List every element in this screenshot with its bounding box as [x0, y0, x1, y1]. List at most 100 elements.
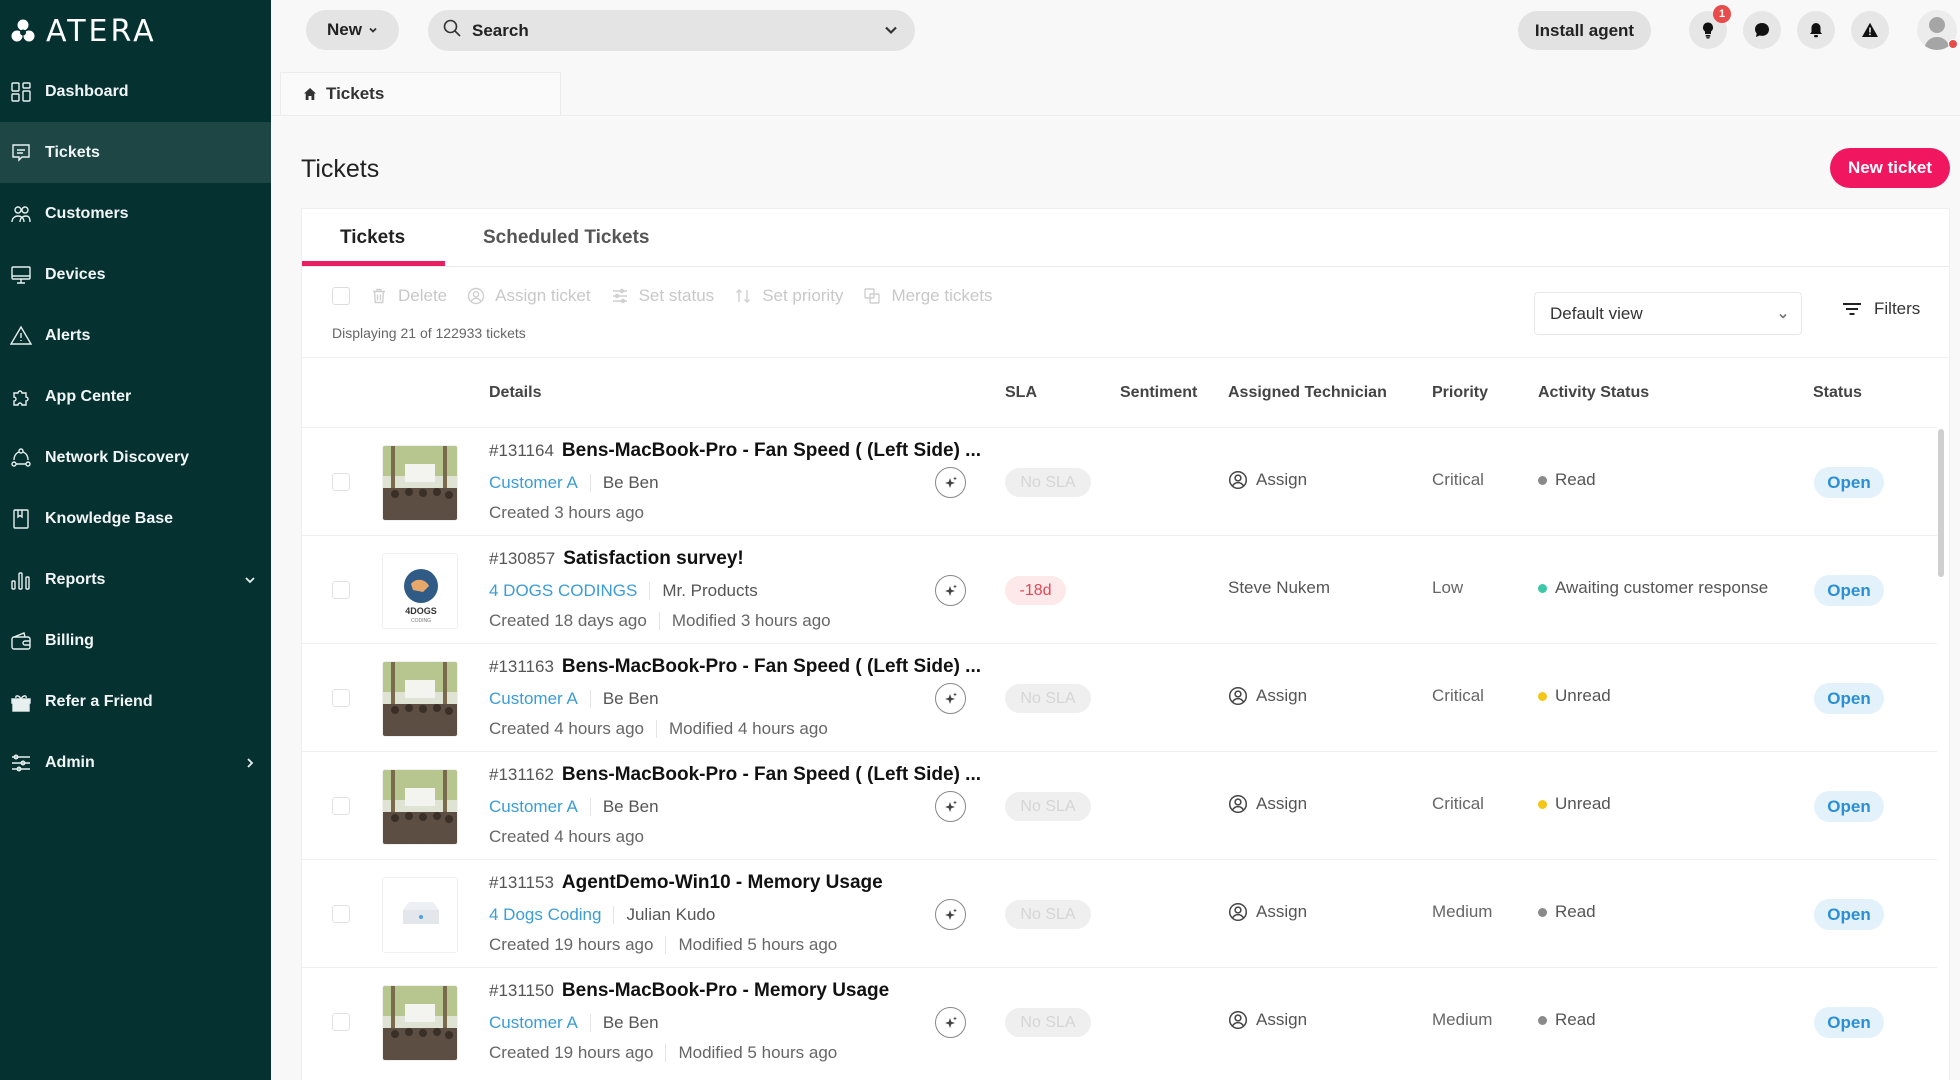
- row-checkbox[interactable]: [332, 1013, 350, 1031]
- table-row[interactable]: #131153 AgentDemo-Win10 - Memory Usage 4 D…: [302, 859, 1937, 967]
- row-checkbox[interactable]: [332, 473, 350, 491]
- sidebar-item-devices[interactable]: Devices: [0, 244, 271, 305]
- sla-badge: No SLA: [1005, 1008, 1091, 1037]
- col-status[interactable]: Status: [1813, 358, 1862, 428]
- table-row[interactable]: #131162 Bens-MacBook-Pro - Fan Speed ( (L…: [302, 751, 1937, 859]
- ai-summary-button[interactable]: [935, 575, 966, 606]
- ai-summary-button[interactable]: [935, 1007, 966, 1038]
- alert-triangle-icon: [1862, 22, 1878, 37]
- col-details[interactable]: Details: [489, 358, 541, 428]
- tab-tickets[interactable]: Tickets: [340, 209, 405, 267]
- merge-tickets-button[interactable]: Merge tickets: [863, 286, 993, 306]
- notifications-button[interactable]: [1797, 11, 1835, 49]
- activity-dot: [1538, 907, 1547, 917]
- sidebar-item-billing[interactable]: Billing: [0, 610, 271, 671]
- status-badge[interactable]: Open: [1814, 683, 1884, 714]
- table-row[interactable]: 4DOGS CODING #130857 Satisfaction survey! 4 …: [302, 535, 1937, 643]
- atera-logo[interactable]: ATERA: [10, 14, 157, 49]
- assign-technician-button[interactable]: Assign: [1228, 1010, 1307, 1030]
- row-checkbox[interactable]: [332, 797, 350, 815]
- sidebar-item-network-discovery[interactable]: Network Discovery: [0, 427, 271, 488]
- sla-badge: No SLA: [1005, 900, 1091, 929]
- tips-button[interactable]: 1: [1689, 5, 1731, 49]
- delete-button[interactable]: Delete: [370, 286, 447, 306]
- ticket-title[interactable]: Bens-MacBook-Pro - Fan Speed ( (Left Sid…: [562, 764, 981, 785]
- customer-link[interactable]: Customer A: [489, 797, 578, 817]
- bulk-actions-toolbar: Delete Assign ticket Set status Set prio…: [332, 284, 1013, 308]
- table-row[interactable]: #131150 Bens-MacBook-Pro - Memory Usage Cu…: [302, 967, 1937, 1075]
- row-checkbox[interactable]: [332, 689, 350, 707]
- set-priority-button[interactable]: Set priority: [734, 286, 843, 306]
- customer-link[interactable]: Customer A: [489, 1013, 578, 1033]
- assign-technician-button[interactable]: Assign: [1228, 902, 1307, 922]
- ticket-title[interactable]: Bens-MacBook-Pro - Fan Speed ( (Left Sid…: [562, 656, 981, 677]
- sidebar-item-dashboard[interactable]: Dashboard: [0, 61, 271, 122]
- table-row[interactable]: #131164 Bens-MacBook-Pro - Fan Speed ( (L…: [302, 427, 1937, 535]
- new-button[interactable]: New: [306, 10, 399, 50]
- customer-link[interactable]: 4 Dogs Coding: [489, 905, 601, 925]
- chevron-down-icon[interactable]: [243, 573, 257, 587]
- table-scrollbar[interactable]: [1938, 429, 1944, 577]
- assign-technician-button[interactable]: Assign: [1228, 470, 1307, 490]
- contact-name: Be Ben: [602, 473, 659, 492]
- sidebar-item-alerts[interactable]: Alerts: [0, 305, 271, 366]
- network-icon: [10, 447, 32, 469]
- ticket-title[interactable]: Satisfaction survey!: [563, 548, 744, 569]
- install-agent-button[interactable]: Install agent: [1518, 11, 1651, 50]
- col-sentiment[interactable]: Sentiment: [1120, 358, 1197, 428]
- tab-scheduled-tickets[interactable]: Scheduled Tickets: [483, 209, 650, 267]
- chat-button[interactable]: [1743, 11, 1781, 49]
- status-badge[interactable]: Open: [1814, 1007, 1884, 1038]
- assign-ticket-button[interactable]: Assign ticket: [467, 286, 591, 306]
- modified-time: Modified 4 hours ago: [669, 719, 828, 738]
- technician-label: Assign: [1256, 794, 1308, 813]
- logo-mark-icon: [11, 19, 35, 42]
- ai-summary-button[interactable]: [935, 791, 966, 822]
- puzzle-icon: [10, 386, 32, 408]
- status-badge[interactable]: Open: [1814, 899, 1884, 930]
- col-activity-status[interactable]: Activity Status: [1538, 358, 1649, 428]
- assign-technician-button[interactable]: Assign: [1228, 794, 1307, 814]
- sidebar-item-knowledge-base[interactable]: Knowledge Base: [0, 488, 271, 549]
- status-badge[interactable]: Open: [1814, 575, 1884, 606]
- col-priority[interactable]: Priority: [1432, 358, 1488, 428]
- ticket-title[interactable]: Bens-MacBook-Pro - Fan Speed ( (Left Sid…: [562, 440, 981, 461]
- sidebar-item-reports[interactable]: Reports: [0, 549, 271, 610]
- filters-button[interactable]: Filters: [1842, 299, 1920, 319]
- ai-summary-button[interactable]: [935, 899, 966, 930]
- ticket-title[interactable]: AgentDemo-Win10 - Memory Usage: [562, 872, 883, 893]
- sidebar-item-admin[interactable]: Admin: [0, 732, 271, 793]
- new-ticket-button[interactable]: New ticket: [1830, 148, 1950, 188]
- merge-tickets-label: Merge tickets: [891, 286, 993, 305]
- view-select[interactable]: Default view: [1534, 292, 1802, 335]
- new-button-label: New: [327, 20, 362, 39]
- ai-summary-button[interactable]: [935, 467, 966, 498]
- status-badge[interactable]: Open: [1814, 467, 1884, 498]
- search-bar[interactable]: [428, 10, 915, 51]
- assign-technician-button[interactable]: Assign: [1228, 686, 1307, 706]
- search-dropdown-chevron-icon[interactable]: [883, 22, 899, 43]
- sidebar-item-tickets[interactable]: Tickets: [0, 122, 271, 183]
- row-checkbox[interactable]: [332, 581, 350, 599]
- col-sla[interactable]: SLA: [1005, 358, 1037, 428]
- customer-link[interactable]: Customer A: [489, 689, 578, 709]
- table-row[interactable]: #131163 Bens-MacBook-Pro - Fan Speed ( (L…: [302, 643, 1937, 751]
- status-badge[interactable]: Open: [1814, 791, 1884, 822]
- ticket-title[interactable]: Bens-MacBook-Pro - Memory Usage: [562, 980, 889, 1001]
- sidebar-item-customers[interactable]: Customers: [0, 183, 271, 244]
- breadcrumb[interactable]: Tickets: [280, 72, 561, 115]
- sidebar-item-refer-a-friend[interactable]: Refer a Friend: [0, 671, 271, 732]
- chevron-right-icon[interactable]: [243, 756, 257, 770]
- select-all-checkbox[interactable]: [332, 287, 350, 305]
- col-assigned-technician[interactable]: Assigned Technician: [1228, 358, 1387, 428]
- customer-link[interactable]: Customer A: [489, 473, 578, 493]
- search-input[interactable]: [472, 20, 852, 41]
- alerts-button[interactable]: [1851, 11, 1889, 49]
- sidebar-item-app-center[interactable]: App Center: [0, 366, 271, 427]
- customer-link[interactable]: 4 DOGS CODINGS: [489, 581, 637, 601]
- technician-label: Assign: [1256, 470, 1308, 489]
- set-status-button[interactable]: Set status: [611, 286, 714, 306]
- ai-summary-button[interactable]: [935, 683, 966, 714]
- row-checkbox[interactable]: [332, 905, 350, 923]
- technician-label: Assign: [1256, 1010, 1308, 1029]
